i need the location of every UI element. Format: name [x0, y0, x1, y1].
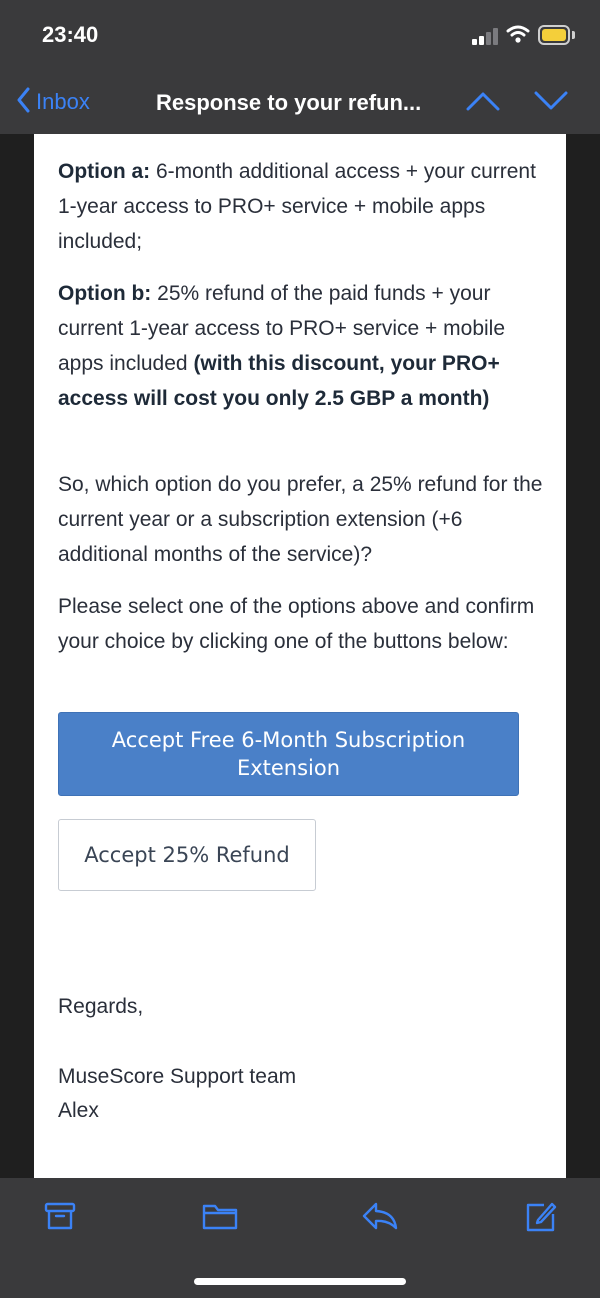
previous-message-chevron-up-icon[interactable] — [466, 90, 500, 117]
signature-team: MuseScore Support team — [58, 1065, 297, 1088]
status-time: 23:40 — [42, 22, 99, 47]
wifi-icon — [506, 24, 530, 49]
home-indicator[interactable] — [194, 1278, 406, 1285]
option-a-paragraph: Option a: 6-month additional access + yo… — [58, 154, 548, 259]
instruction-paragraph: Please select one of the options above a… — [58, 595, 535, 653]
archive-icon[interactable] — [44, 1200, 76, 1237]
question-paragraph: So, which option do you prefer, a 25% re… — [58, 473, 543, 566]
battery-icon — [538, 25, 570, 45]
accept-subscription-extension-button[interactable]: Accept Free 6-Month Subscription Extensi… — [58, 712, 519, 796]
left-margin — [0, 134, 34, 1178]
folder-icon[interactable] — [202, 1200, 238, 1237]
back-label: Inbox — [36, 89, 90, 114]
chevron-left-icon — [16, 87, 30, 118]
signature-name: Alex — [58, 1099, 99, 1122]
next-message-chevron-down-icon[interactable] — [534, 90, 568, 117]
cellular-signal-icon — [472, 27, 502, 45]
back-to-inbox-button[interactable]: Inbox — [16, 84, 90, 120]
status-bar: 23:40 — [0, 0, 600, 70]
option-b-label: Option b: — [58, 282, 152, 305]
navigation-bar: Inbox Response to your refun... — [0, 70, 600, 134]
right-margin — [566, 134, 600, 1178]
regards-text: Regards, — [58, 995, 144, 1018]
email-subject-title: Response to your refun... — [156, 90, 422, 115]
option-b-paragraph: Option b: 25% refund of the paid funds +… — [58, 276, 548, 416]
compose-icon[interactable] — [524, 1200, 558, 1239]
accept-refund-button[interactable]: Accept 25% Refund — [58, 819, 316, 891]
reply-icon[interactable] — [362, 1200, 398, 1237]
option-a-label: Option a: — [58, 160, 151, 183]
email-body[interactable]: Option a: 6-month additional access + yo… — [34, 134, 566, 1178]
